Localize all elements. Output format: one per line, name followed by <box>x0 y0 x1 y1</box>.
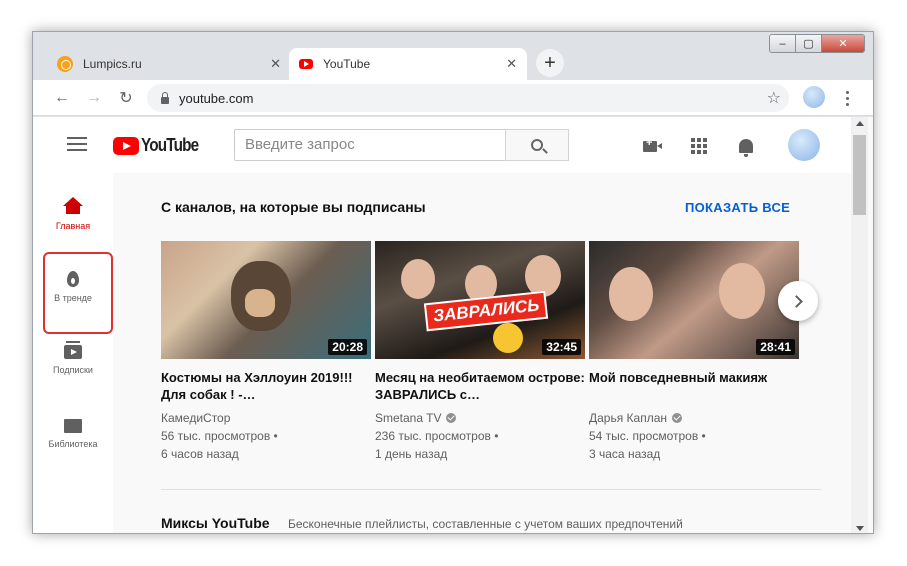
view-count: 54 тыс. просмотров • <box>589 429 706 443</box>
tab-close-icon[interactable]: ✕ <box>506 56 517 72</box>
url-text: youtube.com <box>179 90 254 106</box>
tab-youtube[interactable]: YouTube ✕ <box>289 48 527 80</box>
video-title[interactable]: Костюмы на Хэллоуин 2019!!! Для собак ! … <box>161 369 371 403</box>
sidebar: Главная В тренде Подписки Библиотека <box>33 173 113 533</box>
video-thumbnail[interactable]: 28:41 <box>589 241 799 359</box>
video-duration: 20:28 <box>328 339 367 355</box>
chevron-right-icon <box>790 294 803 308</box>
window-controls: – ▢ ✕ <box>769 34 865 53</box>
subscriptions-icon <box>64 341 82 359</box>
channel-text: КамедиСтор <box>161 411 231 425</box>
person-face <box>719 263 765 319</box>
thinking-emoji-icon <box>493 323 523 353</box>
page-viewport: YouTube Введите запрос Главная В тренде <box>33 117 873 533</box>
video-card[interactable]: 20:28 Костюмы на Хэллоуин 2019!!! Для со… <box>161 241 371 463</box>
profile-avatar[interactable] <box>803 86 825 108</box>
thumbnail-badge-text: ЗАВРАЛИСЬ <box>423 290 549 332</box>
youtube-header: YouTube Введите запрос <box>33 117 851 173</box>
channel-name[interactable]: Дарья Каплан <box>589 409 799 427</box>
scroll-up-icon[interactable] <box>856 121 864 126</box>
apps-grid-icon[interactable] <box>688 135 710 157</box>
view-count: 236 тыс. просмотров • <box>375 429 499 443</box>
notifications-bell-icon[interactable] <box>735 135 757 157</box>
video-card[interactable]: ЗАВРАЛИСЬ 32:45 Месяц на необитаемом ост… <box>375 241 585 463</box>
new-tab-button[interactable]: + <box>536 49 564 77</box>
dog-face <box>245 289 275 317</box>
tab-title: YouTube <box>323 57 371 71</box>
search-button[interactable] <box>505 129 569 161</box>
tab-lumpics[interactable]: Lumpics.ru ✕ <box>47 48 291 80</box>
search-icon <box>531 139 543 151</box>
browser-toolbar: ← → ↻ youtube.com ☆ <box>33 80 873 116</box>
person-face <box>401 259 435 299</box>
channel-text: Smetana TV <box>375 411 442 425</box>
mixes-subtitle: Бесконечные плейлисты, составленные с уч… <box>288 517 683 531</box>
create-video-icon[interactable] <box>639 135 662 157</box>
video-thumbnail[interactable]: ЗАВРАЛИСЬ 32:45 <box>375 241 585 359</box>
person-face <box>609 267 653 321</box>
upload-time: 3 часа назад <box>589 447 661 461</box>
carousel-next-button[interactable] <box>778 281 818 321</box>
home-icon <box>63 197 83 215</box>
verified-check-icon <box>672 413 683 423</box>
scrollbar-thumb[interactable] <box>853 135 866 215</box>
channel-name[interactable]: КамедиСтор <box>161 409 371 427</box>
lock-icon <box>161 91 169 104</box>
show-all-link[interactable]: ПОКАЗАТЬ ВСЕ <box>685 200 790 215</box>
youtube-play-icon <box>113 136 139 155</box>
video-duration: 32:45 <box>542 339 581 355</box>
sidebar-item-label: Главная <box>55 221 91 231</box>
maximize-button[interactable]: ▢ <box>796 35 822 52</box>
upload-time: 6 часов назад <box>161 447 239 461</box>
bookmark-star-icon[interactable]: ☆ <box>767 88 781 108</box>
sidebar-item-home[interactable]: Главная <box>33 197 113 231</box>
section-divider <box>161 489 821 490</box>
youtube-logo[interactable]: YouTube <box>113 135 208 156</box>
tab-title: Lumpics.ru <box>83 57 142 71</box>
reload-icon[interactable]: ↻ <box>115 87 137 109</box>
address-bar[interactable]: youtube.com ☆ <box>147 84 789 112</box>
lumpics-orange-icon <box>57 56 73 72</box>
youtube-icon <box>299 59 313 69</box>
video-card[interactable]: 28:41 Мой повседневный макияж Дарья Капл… <box>589 241 799 463</box>
scrollbar[interactable] <box>851 117 868 533</box>
video-duration: 28:41 <box>756 339 795 355</box>
trending-highlight-frame <box>43 252 113 334</box>
browser-menu-icon[interactable] <box>837 87 857 109</box>
scroll-down-icon[interactable] <box>856 526 864 531</box>
upload-time: 1 день назад <box>375 447 448 461</box>
browser-window: – ▢ ✕ Lumpics.ru ✕ YouTube ✕ + ← → ↻ you… <box>32 31 874 534</box>
verified-check-icon <box>446 413 457 423</box>
forward-arrow-icon[interactable]: → <box>83 87 105 109</box>
close-window-button[interactable]: ✕ <box>822 35 864 52</box>
video-title[interactable]: Мой повседневный макияж <box>589 369 799 403</box>
video-title[interactable]: Месяц на необитаемом острове: ЗАВРАЛИСЬ … <box>375 369 585 403</box>
logo-text: YouTube <box>141 135 199 155</box>
sidebar-item-label: Подписки <box>53 365 93 375</box>
video-thumbnail[interactable]: 20:28 <box>161 241 371 359</box>
search-input[interactable]: Введите запрос <box>234 129 506 161</box>
channel-text: Дарья Каплан <box>589 411 668 425</box>
minimize-button[interactable]: – <box>770 35 796 52</box>
tab-close-icon[interactable]: ✕ <box>270 56 281 72</box>
library-icon <box>64 419 82 433</box>
sidebar-item-subscriptions[interactable]: Подписки <box>33 341 113 375</box>
hamburger-menu-icon[interactable] <box>67 137 87 151</box>
view-count: 56 тыс. просмотров • <box>161 429 278 443</box>
channel-name[interactable]: Smetana TV <box>375 409 585 427</box>
section-title: С каналов, на которые вы подписаны <box>161 199 426 215</box>
account-avatar[interactable] <box>788 129 820 161</box>
sidebar-item-label: Библиотека <box>48 439 98 449</box>
back-arrow-icon[interactable]: ← <box>51 87 73 109</box>
sidebar-item-library[interactable]: Библиотека <box>33 419 113 449</box>
mixes-title: Миксы YouTube <box>161 515 270 531</box>
